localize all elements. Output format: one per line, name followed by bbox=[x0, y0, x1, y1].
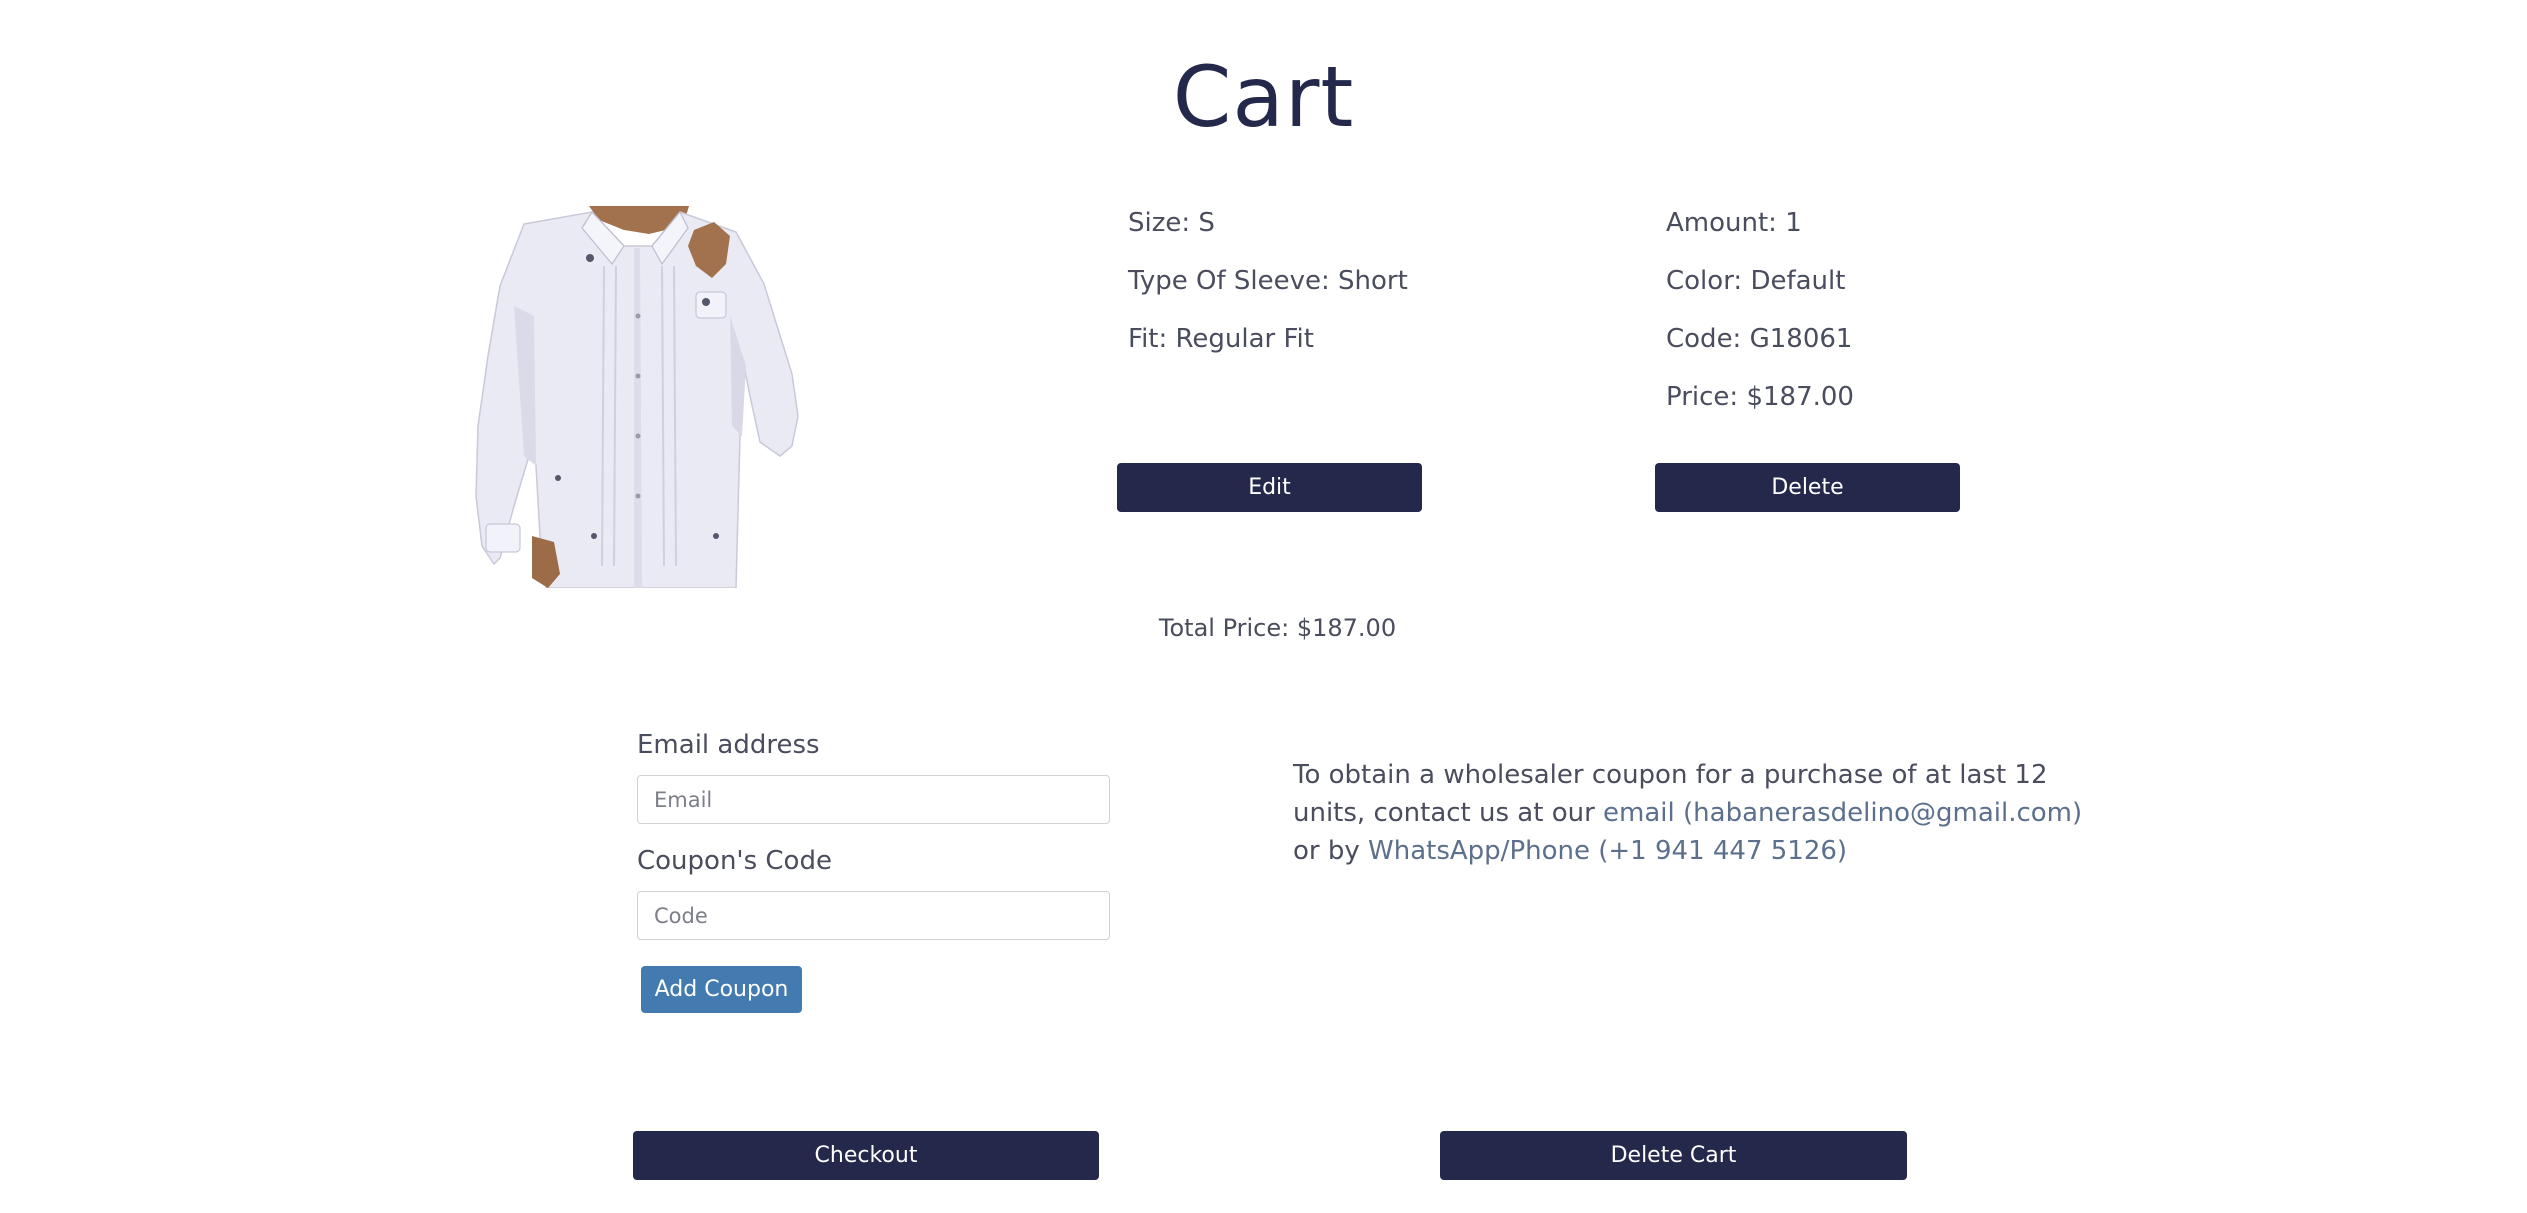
wholesale-coupon-note: To obtain a wholesaler coupon for a purc… bbox=[1293, 756, 2093, 870]
whatsapp-phone-link[interactable]: WhatsApp/Phone (+1 941 447 5126) bbox=[1368, 836, 1847, 866]
add-coupon-button[interactable]: Add Coupon bbox=[641, 966, 802, 1013]
checkout-button[interactable]: Checkout bbox=[633, 1131, 1099, 1180]
email-contact-link[interactable]: email (habanerasdelino@gmail.com) bbox=[1603, 798, 2082, 828]
coupon-code-input[interactable] bbox=[637, 891, 1110, 940]
item-amount: Amount: 1 bbox=[1666, 208, 1802, 238]
delete-cart-button[interactable]: Delete Cart bbox=[1440, 1131, 1907, 1180]
edit-item-button[interactable]: Edit bbox=[1117, 463, 1422, 512]
email-label: Email address bbox=[637, 730, 820, 760]
item-size: Size: S bbox=[1128, 208, 1215, 238]
product-image bbox=[475, 206, 799, 588]
email-input[interactable] bbox=[637, 775, 1110, 824]
item-price: Price: $187.00 bbox=[1666, 382, 1854, 412]
item-sleeve-type: Type Of Sleeve: Short bbox=[1128, 266, 1408, 296]
total-price: Total Price: $187.00 bbox=[1158, 614, 1397, 642]
item-color: Color: Default bbox=[1666, 266, 1846, 296]
item-fit: Fit: Regular Fit bbox=[1128, 324, 1314, 354]
page-title: Cart bbox=[1172, 48, 1355, 146]
coupon-code-label: Coupon's Code bbox=[637, 846, 832, 876]
wholesale-text-or: or by bbox=[1293, 836, 1360, 866]
item-code: Code: G18061 bbox=[1666, 324, 1853, 354]
delete-item-button[interactable]: Delete bbox=[1655, 463, 1960, 512]
